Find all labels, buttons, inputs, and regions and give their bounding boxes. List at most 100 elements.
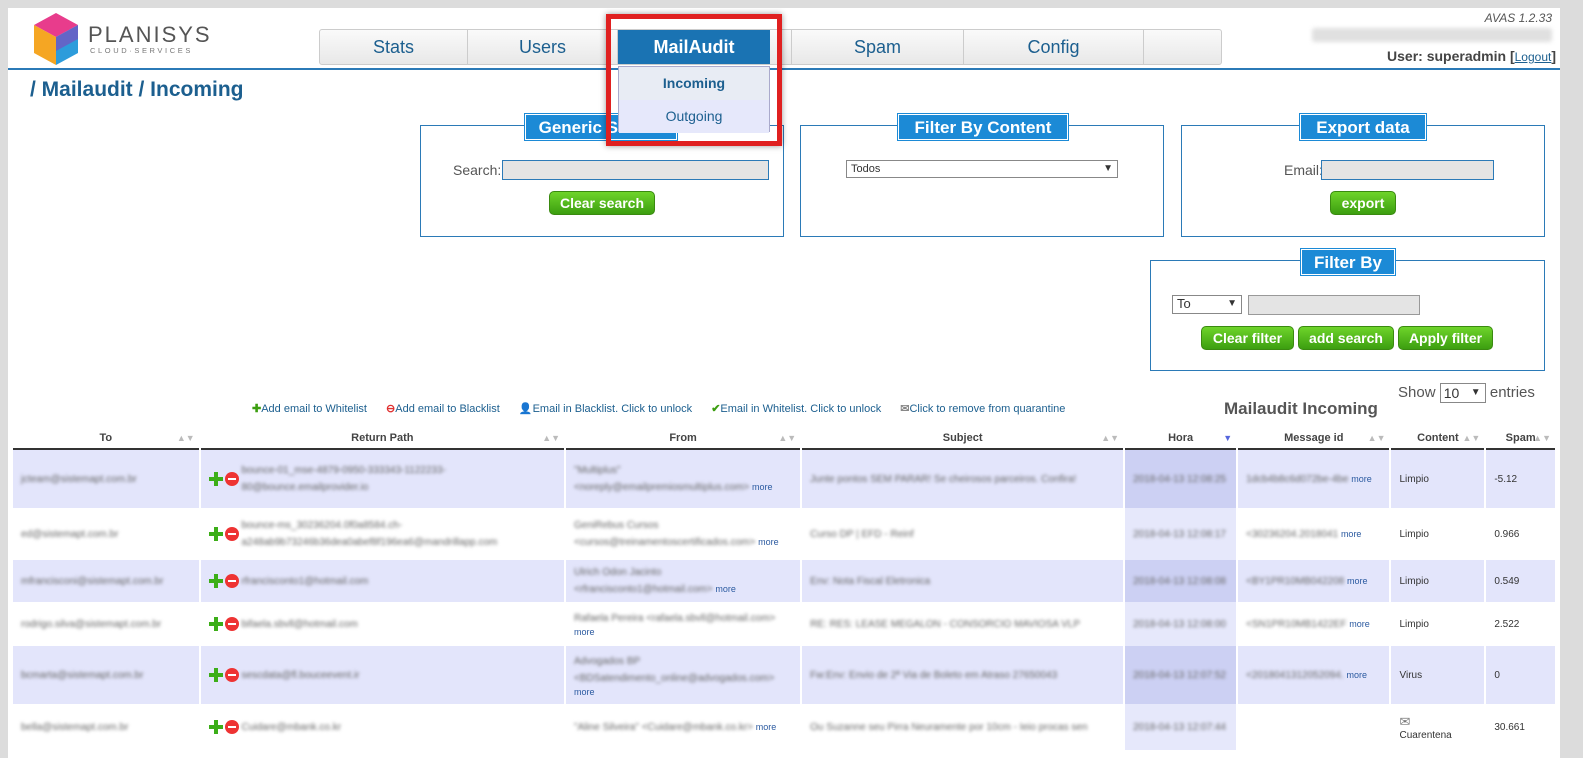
tab-spam[interactable]: Spam [792,30,964,64]
legend-quarantine: ✉Click to remove from quarantine [900,403,1073,415]
col-to[interactable]: To ▲▼ [13,428,199,450]
content-select[interactable]: Todos ▼ [846,160,1118,178]
more-link[interactable]: more [1351,474,1372,484]
plus-icon[interactable] [208,720,223,734]
envelope-icon[interactable]: ✉ [1399,714,1410,730]
cell-to: bella@sistemapt.com.br [21,721,129,733]
clear-filter-button[interactable]: Clear filter [1201,326,1294,350]
cell-hora: 2018-04-13 12:08:08 [1133,575,1226,587]
col-content[interactable]: Content ▲▼ [1391,428,1485,450]
sort-icon: ▲▼ [1101,433,1120,443]
cell-spam: 30.661 [1494,721,1525,733]
more-link[interactable]: more [1341,529,1362,539]
filter-value-input[interactable] [1248,295,1420,315]
cell-content: Virus [1399,669,1423,681]
entries-select[interactable]: 10 ▼ [1439,383,1486,403]
cell-spam: 2.522 [1494,618,1520,630]
cell-return-path: rfrancisconto1@hotmail.com [241,575,369,587]
col-return-path-label: Return Path [351,432,414,444]
more-link[interactable]: more [1349,619,1370,629]
more-link[interactable]: more [715,584,736,594]
chevron-down-icon: ▼ [1470,387,1481,398]
more-link[interactable]: more [758,537,779,547]
search-input[interactable] [502,160,769,180]
more-link[interactable]: more [1347,576,1368,586]
cell-from: "Multiplus" <noreply@emailpremiosmultipl… [574,465,750,493]
legend-blacklisted: 👤Email in Blacklist. Click to unlock [519,403,700,415]
logo-subtitle: CLOUD·SERVICES [90,46,193,55]
legend-quarantine-text: Click to remove from quarantine [909,403,1066,415]
logo-name: PLANISYS [88,22,212,47]
more-link[interactable]: more [756,722,777,732]
cell-message-id: 1dcb4b8c6d072be-4be [1246,473,1349,485]
legend-whitelisted: ✔Email in Whitelist. Click to unlock [711,403,889,415]
cell-return-path: bounce-01_mse-4879-0950-333343-1122233-8… [241,465,446,493]
minus-circle-icon[interactable] [224,668,239,682]
table-row[interactable]: rodrigo.silva@sistemapt.com.br bifaela.s… [13,602,1555,646]
more-link[interactable]: more [1347,670,1368,680]
mailaudit-table: To ▲▼ Return Path ▲▼ From ▲▼ Subject ▲▼ Hora… [11,428,1557,750]
minus-circle-icon[interactable] [224,527,239,541]
export-title: Export data [1299,113,1427,141]
tab-empty [1144,30,1221,64]
more-link[interactable]: more [574,687,595,697]
cell-from: Ulrich Odon Jacinto <rfrancisconto1@hotm… [574,567,713,595]
cell-message-id: <30236204.2018041 [1246,528,1339,540]
cell-to: mfrancisconi@sistemapt.com.br [21,575,164,587]
export-email-input[interactable] [1321,160,1494,180]
minus-circle-icon[interactable] [224,574,239,588]
filter-field-select[interactable]: To ▼ [1172,295,1242,314]
cell-spam: 0.549 [1494,575,1520,587]
plus-icon[interactable] [208,668,223,682]
cube-logo-icon [34,13,78,65]
col-from[interactable]: From ▲▼ [566,428,801,450]
tab-config[interactable]: Config [964,30,1144,64]
more-link[interactable]: more [574,627,595,637]
table-row[interactable]: ed@sistemapt.com.br bounce-ms_30236204.0… [13,508,1555,560]
minus-circle-icon[interactable] [224,720,239,734]
tab-users[interactable]: Users [468,30,618,64]
cell-from: GeniRebus Cursos <cursos@treinamentoscer… [574,520,756,548]
legend-blacklisted-text: Email in Blacklist. Click to unlock [532,403,693,415]
logout-link[interactable]: Logout [1515,50,1552,64]
legend-whitelist: ✚Add email to Whitelist [252,403,375,415]
minus-circle-icon[interactable] [224,617,239,631]
col-message-id[interactable]: Message id ▲▼ [1238,428,1390,450]
table-row[interactable]: bcmarta@sistemapt.com.br sescdata@fl.bou… [13,646,1555,704]
plus-icon[interactable] [208,617,223,631]
cell-to: rodrigo.silva@sistemapt.com.br [21,618,162,630]
apply-filter-button[interactable]: Apply filter [1398,326,1493,350]
cell-spam: 0 [1494,669,1500,681]
minus-circle-icon[interactable] [224,472,239,486]
col-spam[interactable]: Spam ▲▼ [1486,428,1555,450]
legend-whitelist-text: Add email to Whitelist [261,403,367,415]
filter-field-value: To [1177,296,1191,311]
table-row[interactable]: jcteam@sistemapt.com.br bounce-01_mse-48… [13,450,1555,508]
plus-icon: ✚ [252,403,262,415]
sort-icon: ▲▼ [1367,433,1386,443]
clear-search-button[interactable]: Clear search [549,191,655,215]
table-row[interactable]: bella@sistemapt.com.br Cuidare@mbank.co.… [13,704,1555,750]
show-entries: Show 10 ▼ entries [1398,383,1535,403]
sort-icon: ▲▼ [542,433,561,443]
table-row[interactable]: mfrancisconi@sistemapt.com.br rfrancisco… [13,560,1555,602]
email-label: Email: [1284,162,1323,178]
version-label: AVAS 1.2.33 [1484,11,1552,25]
tab-stats[interactable]: Stats [320,30,468,64]
cell-to: jcteam@sistemapt.com.br [21,473,137,485]
filter-content-box: Filter By Content Todos ▼ [800,113,1164,237]
more-link[interactable]: more [752,482,773,492]
plus-icon[interactable] [208,574,223,588]
col-return-path[interactable]: Return Path ▲▼ [200,428,565,450]
sort-icon: ▲▼ [1462,433,1481,443]
filter-by-box: Filter By To ▼ Clear filter add search A… [1150,248,1545,371]
cell-hora: 2018-04-13 12:07:44 [1133,721,1226,733]
export-button[interactable]: export [1330,191,1396,215]
col-subject[interactable]: Subject ▲▼ [802,428,1124,450]
planisys-logo[interactable]: PLANISYS CLOUD·SERVICES [30,11,220,67]
plus-icon[interactable] [208,472,223,486]
col-hora[interactable]: Hora ▼ [1125,428,1237,450]
add-search-button[interactable]: add search [1298,326,1394,350]
cell-return-path: bounce-ms_30236204.0f0a8584.ch-a248ab9b7… [241,520,498,548]
plus-icon[interactable] [208,527,223,541]
